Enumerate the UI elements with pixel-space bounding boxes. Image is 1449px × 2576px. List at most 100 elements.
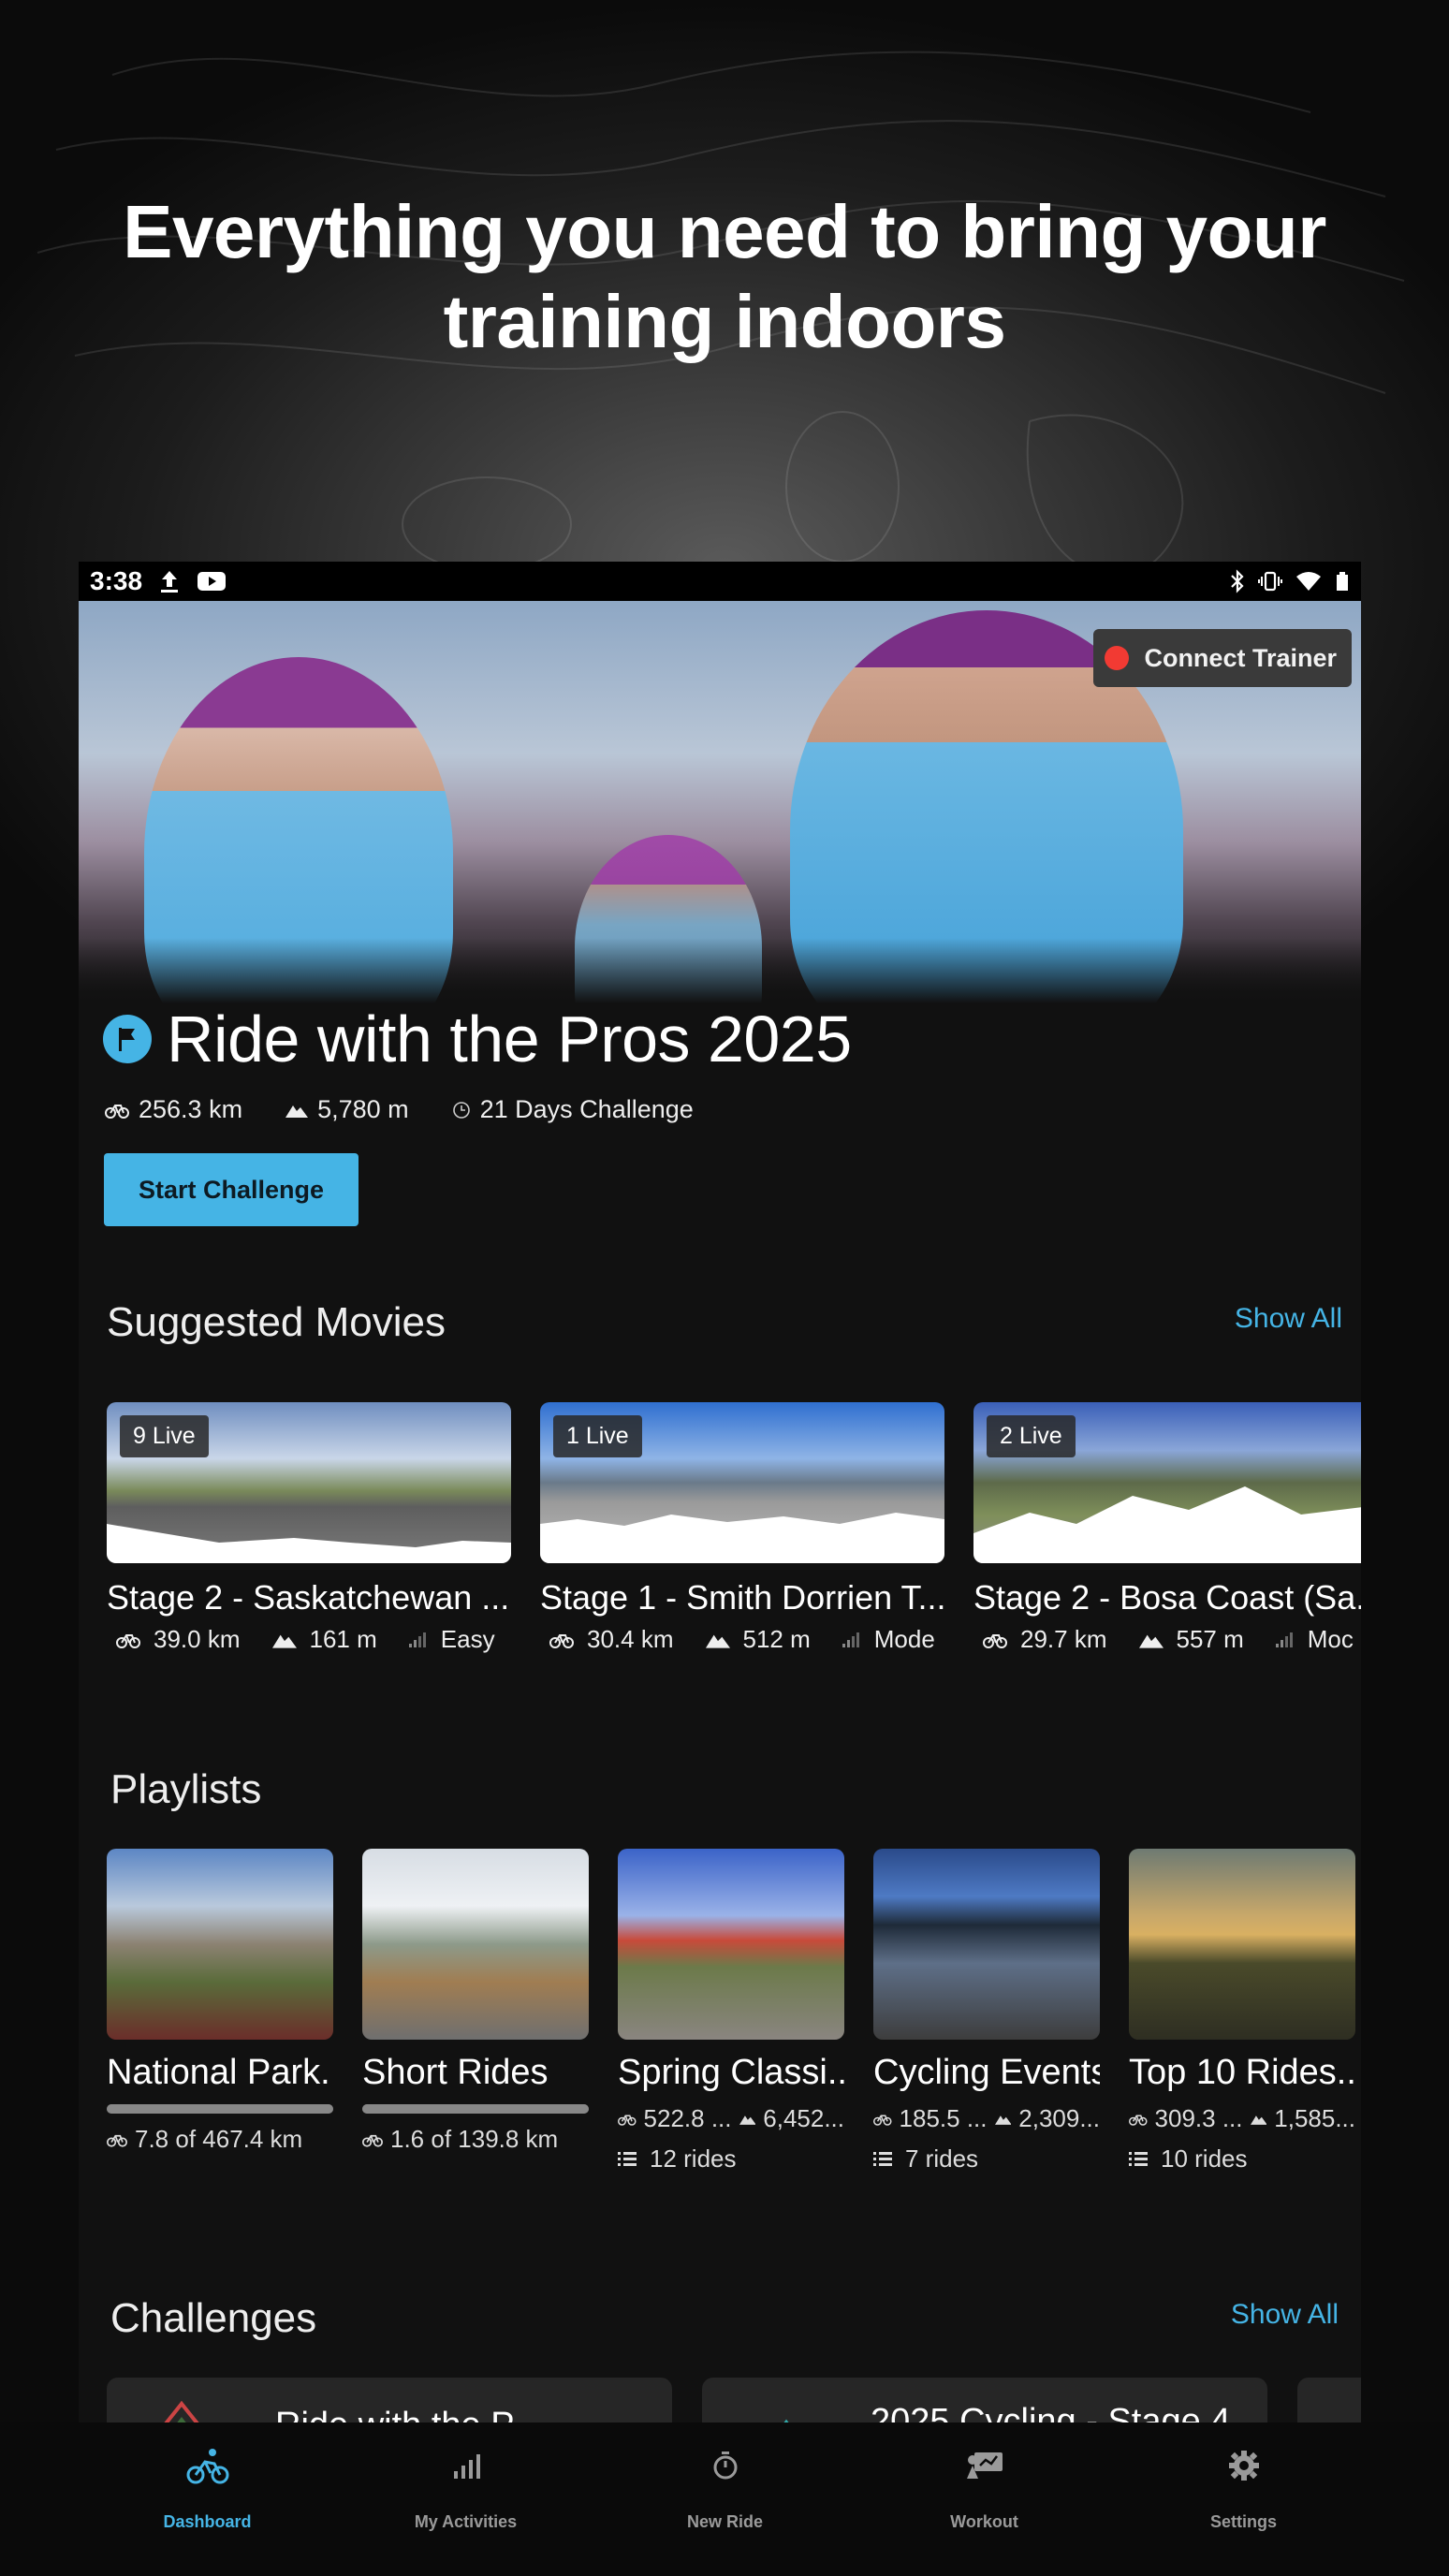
upload-icon (161, 571, 179, 593)
playlist-name: Cycling Events (873, 2053, 1100, 2092)
playlists-title: Playlists (110, 1766, 262, 1812)
movie-meta: 29.7 km 557 m Moc (973, 1625, 1361, 1654)
mountain-icon (739, 2115, 756, 2125)
playlist-name: Short Rides (362, 2053, 549, 2092)
bike-icon (116, 1633, 140, 1648)
connect-trainer-button[interactable]: Connect Trainer (1093, 629, 1352, 687)
mountain-icon (1250, 2115, 1267, 2125)
playlist-stats: 522.8 ... 6,452... (618, 2104, 844, 2133)
difficulty-icon (408, 1632, 426, 1647)
list-icon (873, 2151, 892, 2166)
live-badge: 1 Live (553, 1415, 642, 1457)
live-badge: 2 Live (987, 1415, 1076, 1457)
vibrate-icon (1258, 571, 1282, 592)
status-bar: 3:38 (79, 562, 1361, 601)
playlist-rides: 7 rides (873, 2144, 1100, 2174)
movie-meta: 39.0 km 161 m Easy (107, 1625, 511, 1654)
playlist-card[interactable]: National Park... 7.8 of 467.4 km (107, 1849, 333, 2154)
stopwatch-icon (711, 2443, 739, 2488)
trainer-status-dot (1105, 646, 1130, 670)
nav-workout[interactable]: Workout (855, 2422, 1114, 2576)
list-icon (1129, 2151, 1148, 2166)
bar-chart-icon (452, 2443, 480, 2488)
playlist-thumbnail (107, 1849, 333, 2040)
connect-trainer-label: Connect Trainer (1144, 643, 1337, 672)
movie-name: Stage 2 - Bosa Coast (Sa... (973, 1578, 1361, 1617)
movie-name: Stage 1 - Smith Dorrien T... (540, 1578, 944, 1617)
movie-thumbnail: 2 Live (973, 1402, 1361, 1563)
page-headline: Everything you need to bring your traini… (123, 190, 1326, 363)
difficulty-icon (1275, 1632, 1293, 1647)
playlist-progress-bar (107, 2104, 333, 2114)
movie-card[interactable]: 1 Live Stage 1 - Smith Dorrien T... 30.4… (540, 1402, 944, 1654)
playlist-thumbnail (618, 1849, 844, 2040)
youtube-icon (198, 572, 227, 591)
playlist-card[interactable]: Cycling Events 185.5 ... 2,309... 7 ride… (873, 1849, 1100, 2174)
playlist-progress-text: 7.8 of 467.4 km (107, 2125, 333, 2154)
movie-thumbnail: 1 Live (540, 1402, 944, 1563)
movie-meta: 30.4 km 512 m Mode (540, 1625, 944, 1654)
list-icon (618, 2151, 637, 2166)
playlist-thumbnail (1129, 1849, 1355, 2040)
bike-icon (618, 2114, 637, 2126)
playlist-rides: 12 rides (618, 2144, 844, 2174)
nav-new-ride[interactable]: New Ride (595, 2422, 855, 2576)
playlist-thumbnail (362, 1849, 589, 2040)
clock-icon (452, 1101, 470, 1119)
playlist-name: National Park... (107, 2053, 333, 2092)
cyclist-icon (186, 2443, 229, 2488)
movie-card[interactable]: 2 Live Stage 2 - Bosa Coast (Sa... 29.7 … (973, 1402, 1361, 1654)
suggested-movies-show-all[interactable]: Show All (1235, 1303, 1342, 1335)
featured-challenge-header: Ride with the Pros 2025 (103, 1002, 852, 1076)
featured-challenge-title: Ride with the Pros 2025 (167, 1003, 852, 1076)
bike-icon (105, 1104, 129, 1119)
playlist-card[interactable]: Short Rides 1.6 of 139.8 km (362, 1849, 589, 2154)
difficulty-icon (842, 1632, 859, 1647)
mountain-icon (1138, 1634, 1164, 1648)
suggested-movies-title: Suggested Movies (107, 1299, 446, 1345)
bike-icon (549, 1633, 574, 1648)
bike-icon (107, 2134, 127, 2147)
playlist-thumbnail (873, 1849, 1100, 2040)
bike-icon (983, 1633, 1007, 1648)
flag-icon (103, 1015, 152, 1063)
nav-dashboard[interactable]: Dashboard (79, 2422, 336, 2576)
mountain-icon (705, 1634, 730, 1648)
elevation-stat: 5,780 m (285, 1095, 409, 1124)
start-challenge-button[interactable]: Start Challenge (104, 1153, 359, 1226)
playlist-rides: 10 rides (1129, 2144, 1355, 2174)
bike-icon (1129, 2114, 1148, 2126)
playlist-name: Spring Classi... (618, 2053, 844, 2092)
nav-settings[interactable]: Settings (1114, 2422, 1373, 2576)
movie-card[interactable]: 9 Live Stage 2 - Saskatchewan ... 39.0 k… (107, 1402, 511, 1654)
challenges-show-all[interactable]: Show All (1231, 2299, 1339, 2331)
playlist-stats: 185.5 ... 2,309... (873, 2104, 1100, 2133)
hero-banner: Connect Trainer (79, 601, 1361, 1003)
nav-my-activities[interactable]: My Activities (336, 2422, 595, 2576)
playlist-card[interactable]: Top 10 Rides... 309.3 ... 1,585... 10 ri… (1129, 1849, 1355, 2174)
gear-icon (1228, 2443, 1259, 2488)
challenges-title: Challenges (110, 2295, 317, 2341)
playlist-progress-text: 1.6 of 139.8 km (362, 2125, 589, 2154)
movie-name: Stage 2 - Saskatchewan ... (107, 1578, 510, 1617)
wifi-icon (1296, 572, 1321, 591)
live-badge: 9 Live (120, 1415, 209, 1457)
playlist-name: Top 10 Rides... (1129, 2053, 1355, 2092)
battery-icon (1337, 572, 1348, 591)
bike-icon (362, 2134, 383, 2147)
bluetooth-icon (1231, 569, 1244, 593)
mountain-icon (271, 1634, 297, 1648)
bike-icon (873, 2114, 892, 2126)
distance-stat: 256.3 km (105, 1095, 242, 1124)
playlist-stats: 309.3 ... 1,585... (1129, 2104, 1355, 2133)
mountain-icon (994, 2115, 1012, 2125)
status-time: 3:38 (90, 566, 143, 595)
playlist-card[interactable]: Spring Classi... 522.8 ... 6,452... 12 r… (618, 1849, 844, 2174)
bottom-navigation: Dashboard My Activities New Ride Workout… (0, 2422, 1449, 2576)
device-screen: 3:38 Connect Trainer Ride with the Pros … (79, 562, 1361, 2576)
duration-stat: 21 Days Challenge (452, 1095, 694, 1124)
featured-challenge-stats: 256.3 km 5,780 m 21 Days Challenge (105, 1095, 694, 1124)
movie-thumbnail: 9 Live (107, 1402, 511, 1563)
mountain-icon (285, 1105, 309, 1118)
workout-icon (965, 2443, 1004, 2488)
